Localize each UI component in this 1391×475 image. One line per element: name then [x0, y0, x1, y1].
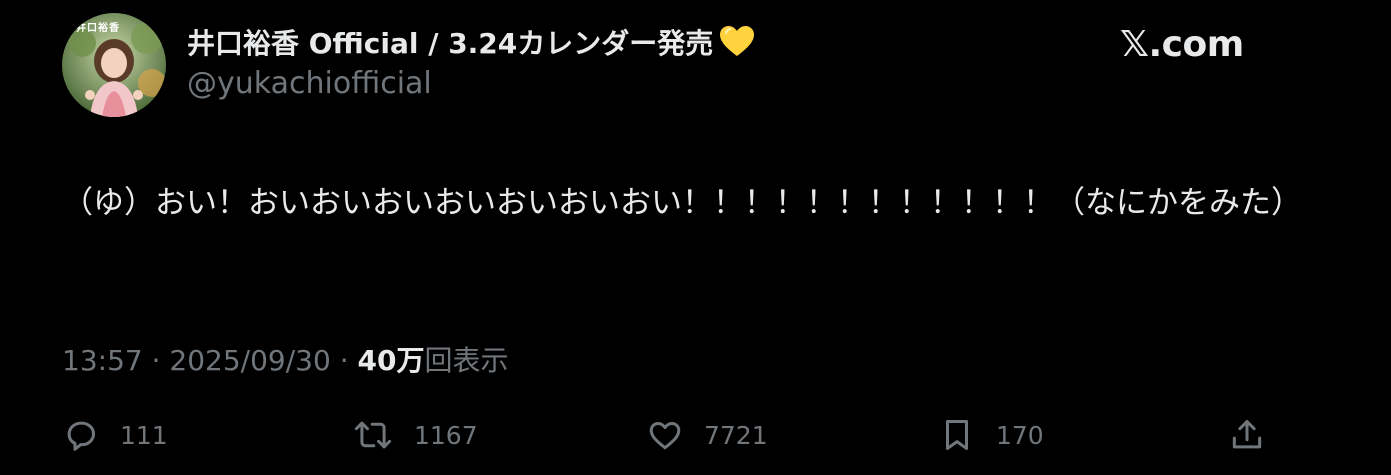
tweet-meta: 13:57 · 2025/09/30 · 40万回表示 — [62, 339, 509, 379]
repost-button[interactable]: 1167 — [352, 415, 478, 455]
reply-icon — [62, 416, 100, 454]
share-icon — [1228, 416, 1266, 454]
display-name-text: 井口裕香 Official / 3.24カレンダー発売 — [187, 27, 714, 60]
views-count: 40万 — [357, 344, 425, 377]
views-label: 回表示 — [424, 344, 509, 377]
share-button[interactable] — [1228, 415, 1266, 455]
x-brand-label: 𝕏.com — [1120, 24, 1244, 65]
yellow-heart-icon — [717, 22, 757, 62]
tweet-text: （ゆ）おい！おいおいおいおいおいおいおい！！！！！！！！！！！！（なにかをみた） — [62, 185, 1302, 221]
display-name[interactable]: 井口裕香 Official / 3.24カレンダー発売 — [187, 22, 757, 62]
user-handle[interactable]: @yukachiofficial — [187, 66, 432, 101]
bookmark-button[interactable]: 170 — [938, 415, 1044, 455]
repost-icon — [352, 416, 394, 454]
bookmark-icon — [938, 416, 976, 454]
like-button[interactable]: 7721 — [646, 415, 768, 455]
like-icon — [646, 416, 684, 454]
avatar-text: 井口裕香 — [76, 23, 120, 34]
tweet-date[interactable]: 2025/09/30 — [169, 344, 330, 377]
reply-count: 111 — [120, 420, 168, 450]
repost-count: 1167 — [414, 420, 478, 450]
like-count: 7721 — [704, 420, 768, 450]
meta-separator: · — [339, 344, 349, 377]
reply-button[interactable]: 111 — [62, 415, 168, 455]
bookmark-count: 170 — [996, 420, 1044, 450]
meta-separator: · — [151, 344, 161, 377]
avatar[interactable]: 井口裕香 — [62, 13, 166, 117]
tweet-time[interactable]: 13:57 — [62, 344, 143, 377]
